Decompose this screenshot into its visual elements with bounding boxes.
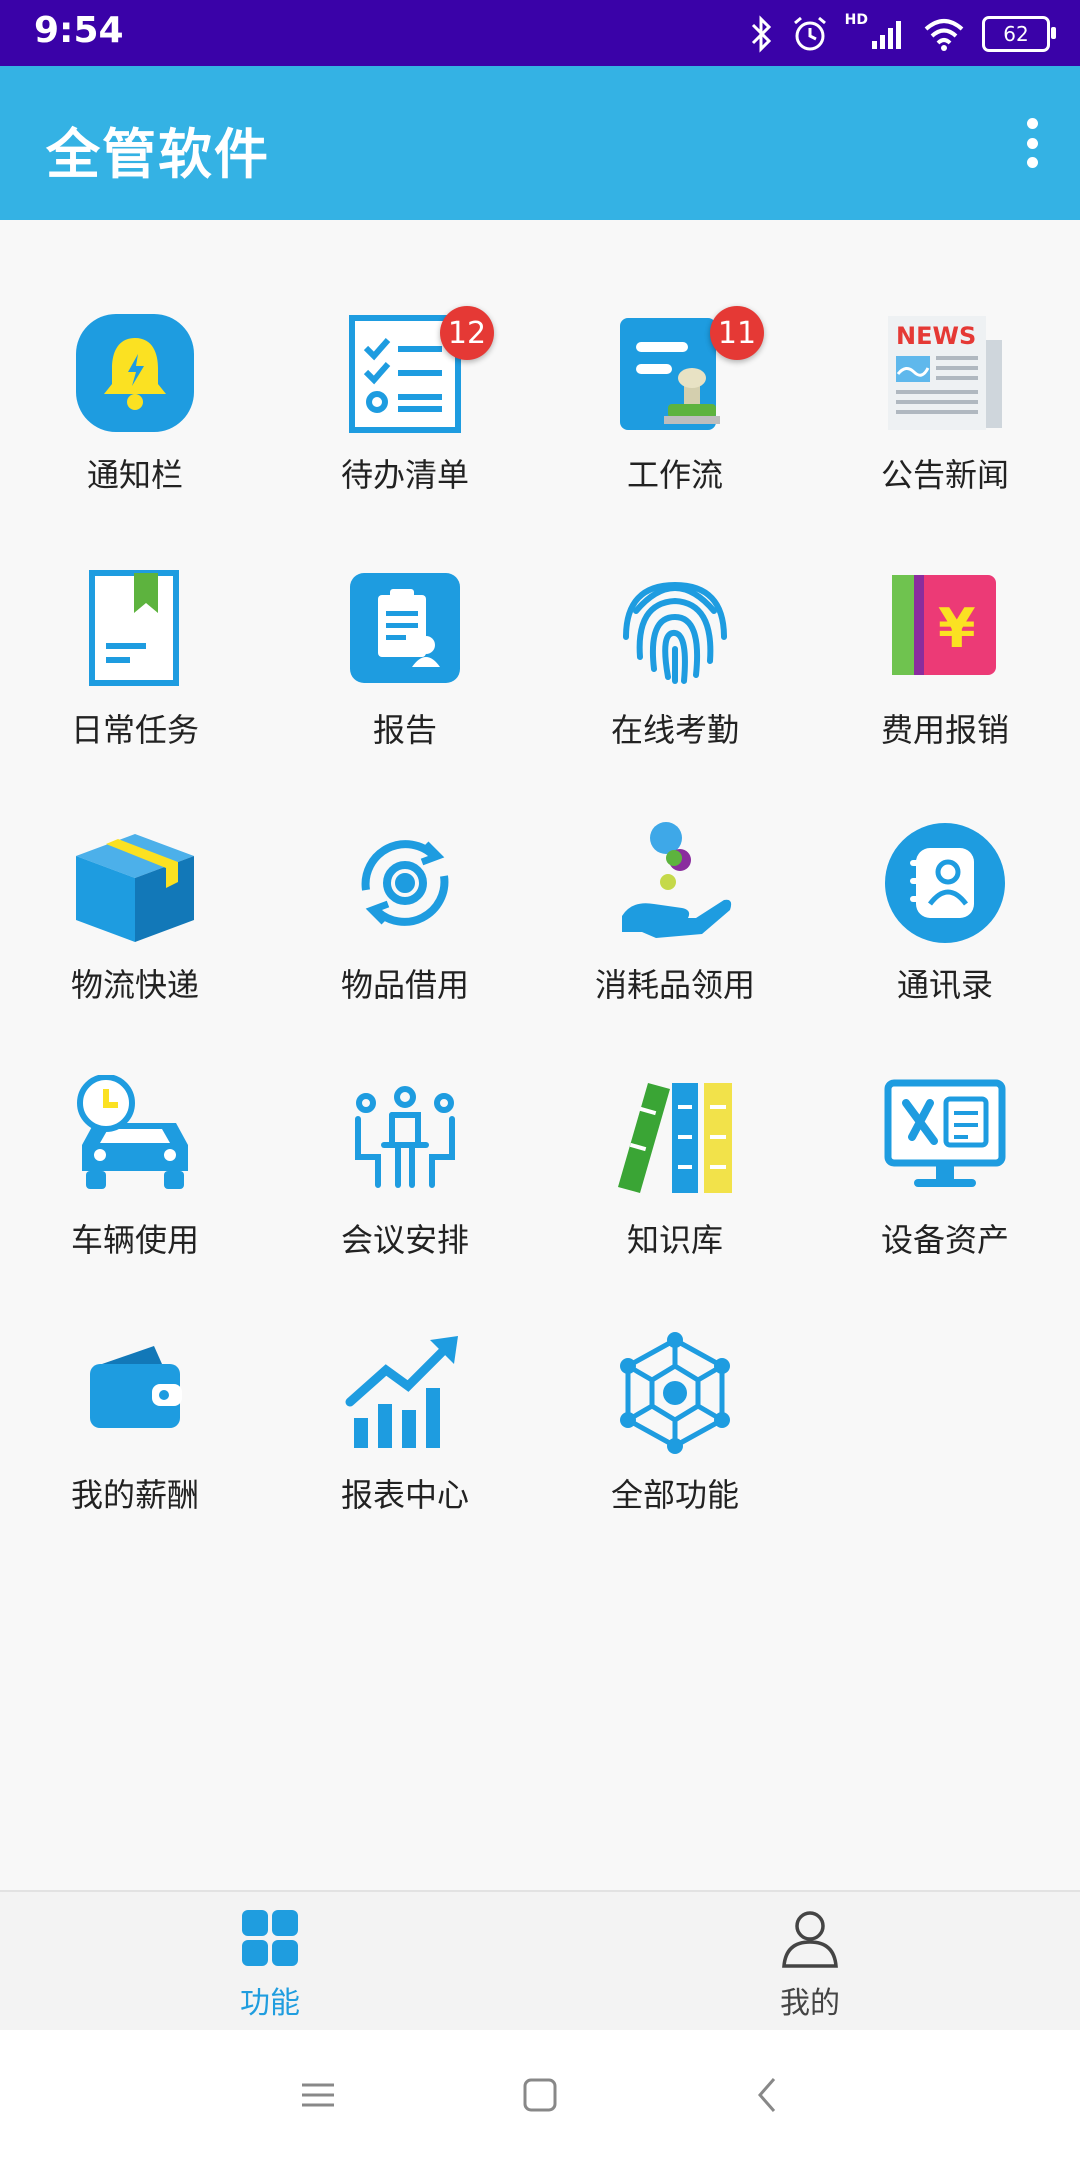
recents-menu-icon[interactable]	[298, 2075, 338, 2115]
feature-report[interactable]: 报告	[270, 545, 540, 775]
feature-notifications[interactable]: 通知栏	[0, 290, 270, 520]
status-bar: 9:54 HD 62	[0, 0, 1080, 66]
tab-label: 我的	[780, 1986, 840, 2021]
feature-news[interactable]: NEWS 公告新闻	[810, 290, 1080, 520]
feature-vehicle[interactable]: 车辆使用	[0, 1055, 270, 1285]
clipboard-report-icon	[342, 565, 468, 691]
yuan-ticket-icon: ¥	[882, 565, 1008, 691]
feature-label: 消耗品领用	[594, 966, 755, 1004]
alarm-icon	[793, 16, 826, 51]
gear-cycle-icon	[342, 820, 468, 946]
bell-icon	[72, 310, 198, 436]
checklist-icon: 12	[342, 306, 494, 436]
feature-label: 物流快递	[70, 966, 199, 1004]
newspaper-icon: NEWS	[882, 310, 1008, 436]
feature-label: 待办清单	[340, 456, 469, 494]
feature-attendance[interactable]: 在线考勤	[540, 545, 810, 775]
hand-receive-icon	[612, 820, 738, 946]
feature-logistics[interactable]: 物流快递	[0, 800, 270, 1030]
books-icon	[612, 1075, 738, 1201]
feature-label: 在线考勤	[610, 711, 739, 749]
feature-reports-center[interactable]: 报表中心	[270, 1310, 540, 1540]
home-square-icon[interactable]	[520, 2075, 560, 2115]
overflow-menu-icon[interactable]	[1024, 118, 1040, 168]
feature-todo-list[interactable]: 12 待办清单	[270, 290, 540, 520]
signal-icon	[872, 21, 901, 49]
feature-contacts[interactable]: 通讯录	[810, 800, 1080, 1030]
bookmark-document-icon	[72, 565, 198, 691]
workflow-badge: 11	[710, 306, 764, 360]
growth-chart-icon	[342, 1330, 468, 1456]
back-chevron-icon[interactable]	[748, 2075, 788, 2115]
feature-expense[interactable]: ¥ 费用报销	[810, 545, 1080, 775]
wifi-icon	[924, 19, 964, 51]
contacts-book-icon	[882, 820, 1008, 946]
tab-functions[interactable]: 功能	[0, 1892, 540, 2032]
feature-label: 物品借用	[340, 966, 469, 1004]
feature-label: 日常任务	[70, 711, 199, 749]
feature-consumables[interactable]: 消耗品领用	[540, 800, 810, 1030]
workflow-stamp-icon: 11	[612, 306, 764, 436]
network-cube-icon	[612, 1330, 738, 1456]
hd-label: HD	[844, 12, 868, 28]
feature-label: 设备资产	[880, 1221, 1009, 1259]
feature-label: 我的薪酬	[70, 1476, 199, 1514]
news-text: NEWS	[896, 322, 976, 350]
app-bar: 全管软件	[0, 66, 1080, 220]
battery-level: 62	[1003, 22, 1029, 46]
fingerprint-icon	[612, 565, 738, 691]
feature-label: 报表中心	[340, 1476, 469, 1514]
feature-label: 知识库	[626, 1221, 723, 1259]
feature-meeting[interactable]: 会议安排	[270, 1055, 540, 1285]
feature-label: 通知栏	[86, 456, 183, 494]
todo-badge: 12	[440, 306, 494, 360]
feature-salary[interactable]: 我的薪酬	[0, 1310, 270, 1540]
status-time: 9:54	[34, 10, 124, 51]
tab-mine[interactable]: 我的	[540, 1892, 1080, 2032]
system-nav-bar	[0, 2030, 1080, 2160]
bluetooth-icon	[751, 15, 771, 53]
grid-apps-icon	[240, 1908, 300, 1968]
feature-daily-tasks[interactable]: 日常任务	[0, 545, 270, 775]
wallet-icon	[72, 1330, 198, 1456]
app-title: 全管软件	[46, 123, 270, 186]
battery-icon: 62	[982, 16, 1056, 52]
feature-label: 费用报销	[880, 711, 1009, 749]
bottom-nav: 功能 我的	[0, 1890, 1080, 2032]
feature-knowledge[interactable]: 知识库	[540, 1055, 810, 1285]
feature-label: 会议安排	[340, 1221, 469, 1259]
feature-label: 全部功能	[610, 1476, 739, 1514]
feature-label: 报告	[372, 711, 437, 749]
status-icons: HD 62	[749, 12, 1056, 56]
feature-label: 工作流	[626, 456, 723, 494]
feature-assets[interactable]: 设备资产	[810, 1055, 1080, 1285]
feature-borrowing[interactable]: 物品借用	[270, 800, 540, 1030]
tab-label: 功能	[240, 1986, 300, 2021]
currency-symbol: ¥	[938, 597, 976, 660]
car-clock-icon	[72, 1075, 198, 1201]
feature-label: 通讯录	[896, 966, 993, 1004]
feature-label: 车辆使用	[70, 1221, 199, 1259]
meeting-icon	[342, 1075, 468, 1201]
equipment-monitor-icon	[882, 1075, 1008, 1201]
person-icon	[780, 1908, 840, 1968]
feature-workflow[interactable]: 11 工作流	[540, 290, 810, 520]
feature-all[interactable]: 全部功能	[540, 1310, 810, 1540]
package-box-icon	[72, 820, 198, 946]
feature-label: 公告新闻	[880, 456, 1009, 494]
